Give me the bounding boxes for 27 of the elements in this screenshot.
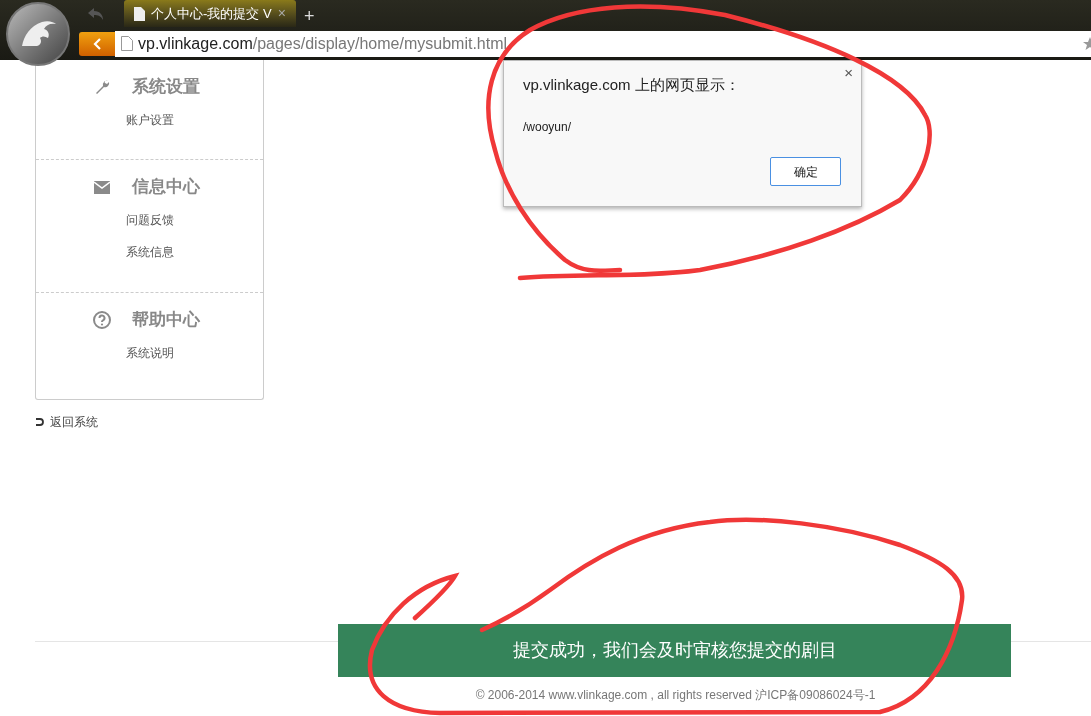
section-title: 帮助中心 [131,309,200,332]
section-title: 系统设置 [131,76,200,99]
help-icon [92,311,111,329]
close-button[interactable]: × [844,65,853,80]
browser-tab[interactable]: 个人中心-我的提交 V × [124,0,296,27]
dialog-title: vp.vlinkage.com 上的网页显示： [523,75,740,95]
tab-title: 个人中心-我的提交 V [151,4,272,23]
back-icon [93,37,101,50]
sidebar-link[interactable]: 系统说明 [125,343,174,363]
ok-button[interactable]: 确定 [770,157,841,186]
address-bar[interactable]: vp.vlinkage.com/pages/display/home/mysubmit.html [115,30,1091,57]
new-tab-button[interactable]: + [304,7,315,25]
copyright-text: © 2006-2014 www.vlinkage.com , all rights reserved 沪ICP备09086024号-1 [475,687,876,704]
section-title: 信息中心 [131,176,200,199]
back-link[interactable]: 返回系统 [50,413,98,431]
sidebar-link[interactable]: 系统信息 [125,242,174,262]
return-icon [35,417,44,427]
success-toast: 提交成功，我们会及时审核您提交的剧目 [338,624,1011,677]
back-button[interactable] [79,31,115,56]
close-tab-button[interactable]: × [277,3,286,24]
envelope-icon [93,180,110,194]
page-icon [134,6,145,21]
url-text: vp.vlinkage.com/pages/display/home/mysubmit.html [138,33,508,54]
dialog-message: /wooyun/ [523,119,572,136]
sidebar-link[interactable]: 账户设置 [125,110,174,130]
sidebar-link[interactable]: 问题反馈 [125,210,174,230]
page-icon [121,36,133,51]
